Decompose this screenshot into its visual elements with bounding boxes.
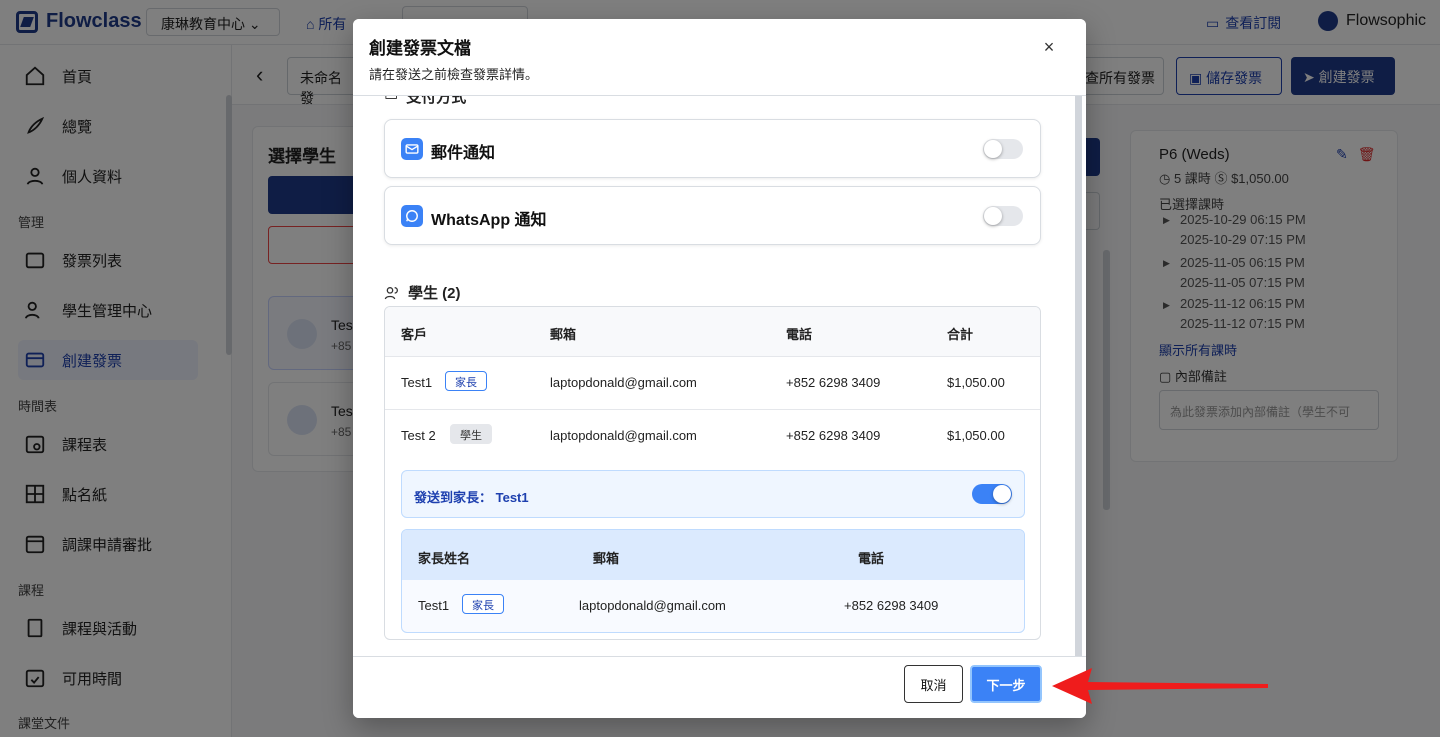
whatsapp-notification-card: WhatsApp 通知: [384, 186, 1041, 245]
students-heading: 學生 (2): [384, 282, 461, 303]
table-header: 客戶 郵箱 電話 合計: [385, 307, 1040, 357]
dialog-title: 創建發票文檔: [369, 39, 471, 58]
payment-method-heading: ▭ 支付方式: [384, 96, 466, 107]
dialog-header: 創建發票文檔 請在發送之前檢查發票詳情。 ×: [353, 19, 1086, 96]
parent-name: Test1: [418, 598, 450, 613]
customer-phone: +852 6298 3409: [786, 375, 881, 390]
student-tag: 學生: [450, 424, 492, 444]
dialog-body: ▭ 支付方式 郵件通知 WhatsApp 通知 學生 (2) 客戶 郵箱: [353, 96, 1086, 656]
column-header-parent-name: 家長姓名: [418, 551, 471, 566]
close-icon[interactable]: ×: [1040, 38, 1058, 56]
mail-icon: [401, 138, 423, 160]
whatsapp-icon: [401, 205, 423, 227]
send-to-parent-bar: 發送到家長： Test1: [401, 470, 1025, 518]
customer-name: Test 2: [401, 428, 436, 443]
parent-table-header: 家長姓名 郵箱 電話: [402, 530, 1024, 580]
students-title: 學生 (2): [408, 285, 461, 302]
customer-name: Test1: [401, 375, 433, 390]
table-row: Test1 家長 laptopdonald@gmail.com +852 629…: [385, 357, 1040, 410]
toggle-knob: [984, 207, 1002, 225]
dialog-subtitle: 請在發送之前檢查發票詳情。: [369, 67, 539, 82]
customer-email: laptopdonald@gmail.com: [550, 375, 697, 390]
next-step-button[interactable]: 下一步: [968, 663, 1044, 705]
parent-tag: 家長: [462, 594, 504, 614]
customer-phone: +852 6298 3409: [786, 428, 881, 443]
customer-total: $1,050.00: [947, 428, 1005, 443]
dialog-scrollbar[interactable]: [1075, 89, 1082, 715]
table-row: Test 2 學生 laptopdonald@gmail.com +852 62…: [385, 410, 1040, 463]
toggle-knob: [993, 485, 1011, 503]
whatsapp-notification-toggle[interactable]: [983, 206, 1023, 226]
column-header-phone: 電話: [858, 551, 885, 566]
parent-tag: 家長: [445, 371, 487, 391]
whatsapp-notification-label: WhatsApp 通知: [431, 212, 547, 229]
cancel-button[interactable]: 取消: [904, 665, 963, 703]
wallet-icon: ▭: [384, 96, 398, 107]
send-to-parent-toggle[interactable]: [972, 484, 1012, 504]
payment-method-title: 支付方式: [406, 96, 467, 106]
parent-email: laptopdonald@gmail.com: [579, 598, 726, 613]
parent-phone: +852 6298 3409: [844, 598, 939, 613]
create-invoice-dialog: 創建發票文檔 請在發送之前檢查發票詳情。 × ▭ 支付方式 郵件通知 Whats…: [353, 19, 1086, 718]
users-icon: [384, 286, 398, 299]
students-table: 客戶 郵箱 電話 合計 Test1 家長 laptopdonald@gmail.…: [384, 306, 1041, 640]
send-to-parent-label: 發送到家長： Test1: [414, 490, 529, 505]
toggle-knob: [984, 140, 1002, 158]
email-notification-label: 郵件通知: [431, 145, 496, 162]
column-header-email: 郵箱: [593, 551, 620, 566]
email-notification-card: 郵件通知: [384, 119, 1041, 178]
customer-total: $1,050.00: [947, 375, 1005, 390]
dialog-footer: 取消 下一步: [353, 656, 1086, 718]
column-header-email: 郵箱: [550, 327, 577, 342]
column-header-phone: 電話: [786, 327, 813, 342]
customer-email: laptopdonald@gmail.com: [550, 428, 697, 443]
annotation-arrow-icon: [1052, 668, 1268, 704]
parent-table: 家長姓名 郵箱 電話 Test1 家長 laptopdonald@gmail.c…: [401, 529, 1025, 633]
email-notification-toggle[interactable]: [983, 139, 1023, 159]
column-header-total: 合計: [947, 327, 974, 342]
column-header-customer: 客戶: [401, 327, 428, 342]
